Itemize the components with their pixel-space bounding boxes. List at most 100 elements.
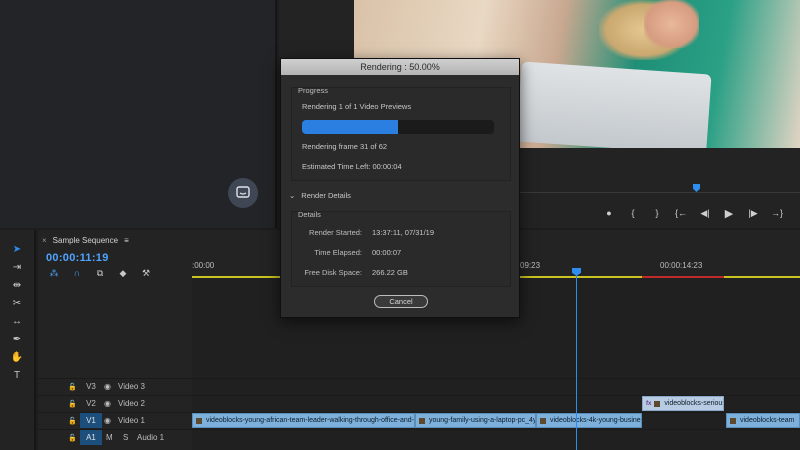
ruler-label: :00:00: [192, 261, 215, 270]
render-details-toggle[interactable]: ⌄ Render Details: [289, 191, 351, 200]
add-marker-icon[interactable]: ◆: [117, 268, 129, 278]
eye-icon[interactable]: ◉: [104, 382, 111, 391]
section-label: Progress: [298, 86, 329, 95]
track-id[interactable]: V1: [80, 413, 102, 428]
lock-icon[interactable]: 🔓: [68, 383, 77, 391]
clip-name: videoblocks-4k-young-busines: [550, 417, 642, 424]
clip-thumbnail-icon: [540, 417, 546, 424]
video-subject-face: [644, 0, 699, 48]
section-label: Details: [298, 210, 321, 219]
track-name: Video 3: [118, 382, 145, 391]
chevron-down-icon: ⌄: [289, 191, 296, 200]
frame-status: Rendering frame 31 of 62: [302, 142, 388, 151]
detail-key: Time Elapsed:: [314, 248, 362, 257]
playhead-timecode[interactable]: 00:00:11:19: [46, 252, 109, 264]
settings-wrench-icon[interactable]: ⚒: [140, 268, 152, 278]
sequence-tab[interactable]: × Sample Sequence ≡: [42, 234, 129, 246]
add-marker-icon[interactable]: ●: [597, 205, 621, 221]
detail-value: 00:00:07: [372, 248, 402, 257]
play-icon[interactable]: ▶: [717, 205, 741, 221]
clip-thumbnail-icon: [654, 400, 661, 407]
video-tablet: [516, 61, 712, 148]
track-id[interactable]: A1: [80, 430, 102, 445]
eye-icon[interactable]: ◉: [104, 416, 111, 425]
ripple-edit-tool-icon[interactable]: ⇹: [9, 278, 25, 292]
track-select-tool-icon[interactable]: ⇥: [9, 260, 25, 274]
chat-icon: [236, 186, 250, 198]
progress-bar: [302, 120, 494, 134]
go-to-out-icon[interactable]: →}: [765, 205, 789, 221]
timeline-clip[interactable]: videoblocks-team: [726, 413, 800, 428]
track-header-a1[interactable]: 🔓 A1 M S Audio 1: [38, 429, 192, 445]
snap-icon[interactable]: ∩: [71, 268, 83, 278]
clip-name: young-family-using-a-laptop-pc_4y8: [429, 417, 536, 424]
ruler-label: 09:23: [520, 261, 541, 270]
tools-panel: ➤ ⇥ ⇹ ✂ ↔ ✒ ✋ T: [0, 230, 36, 450]
clip-thumbnail-icon: [196, 417, 202, 424]
detail-value: 13:37:11, 07/31/19: [372, 228, 434, 237]
step-back-icon[interactable]: ◀|: [693, 205, 717, 221]
pen-tool-icon[interactable]: ✒: [9, 332, 25, 346]
track-id[interactable]: V2: [80, 396, 102, 411]
rendering-dialog: Rendering : 50.00% Progress Rendering 1 …: [280, 58, 520, 318]
timeline-tools: ⁂ ∩ ⧉ ◆ ⚒: [48, 268, 152, 279]
nest-icon[interactable]: ⁂: [48, 268, 60, 278]
timeline-clip[interactable]: fx videoblocks-serious-e: [642, 396, 724, 411]
progress-section: Progress Rendering 1 of 1 Video Previews…: [291, 86, 511, 181]
razor-tool-icon[interactable]: ✂: [9, 296, 25, 310]
transport-controls: ● { } {← ◀| ▶ |▶ →}: [597, 205, 789, 221]
solo-button[interactable]: S: [123, 433, 128, 442]
lock-icon[interactable]: 🔓: [68, 400, 77, 408]
timeline-clip[interactable]: young-family-using-a-laptop-pc_4y8: [415, 413, 536, 428]
sequence-name: Sample Sequence: [52, 235, 119, 245]
clip-name: videoblocks-young-african-team-leader-wa…: [206, 417, 415, 424]
lock-icon[interactable]: 🔓: [68, 434, 77, 442]
chat-button[interactable]: [228, 178, 258, 208]
program-playhead[interactable]: [693, 184, 700, 192]
track-name: Audio 1: [137, 433, 165, 442]
timeline-clip[interactable]: videoblocks-young-african-team-leader-wa…: [192, 413, 415, 428]
time-left: Estimated Time Left: 00:00:04: [302, 162, 402, 171]
mute-button[interactable]: M: [106, 433, 113, 442]
go-to-in-icon[interactable]: {←: [669, 205, 693, 221]
ruler-label: 00:00:14:23: [660, 261, 703, 270]
track-header-v1[interactable]: 🔓 V1 ◉ Video 1: [38, 412, 192, 428]
details-section: Details Render Started: 13:37:11, 07/31/…: [291, 210, 511, 287]
track-divider: [192, 429, 800, 430]
mark-in-icon[interactable]: {: [621, 205, 645, 221]
lock-icon[interactable]: 🔓: [68, 417, 77, 425]
mark-out-icon[interactable]: }: [645, 205, 669, 221]
detail-value: 266.22 GB: [372, 268, 408, 277]
hand-tool-icon[interactable]: ✋: [9, 350, 25, 364]
clip-thumbnail-icon: [419, 417, 425, 424]
timeline-clip[interactable]: videoblocks-4k-young-busines: [536, 413, 642, 428]
type-tool-icon[interactable]: T: [9, 368, 25, 382]
track-id[interactable]: V3: [80, 379, 102, 394]
linked-selection-icon[interactable]: ⧉: [94, 268, 106, 278]
timeline-playhead-line[interactable]: [576, 268, 577, 450]
fx-badge: fx: [646, 400, 652, 407]
close-icon[interactable]: ×: [42, 236, 47, 245]
program-ruler[interactable]: [519, 192, 800, 193]
menu-icon[interactable]: ≡: [124, 236, 129, 245]
selection-tool-icon[interactable]: ➤: [9, 242, 25, 256]
detail-key: Render Started:: [309, 228, 362, 237]
step-forward-icon[interactable]: |▶: [741, 205, 765, 221]
cancel-button[interactable]: Cancel: [374, 295, 428, 308]
track-header-v2[interactable]: 🔓 V2 ◉ Video 2: [38, 395, 192, 411]
detail-key: Free Disk Space:: [304, 268, 362, 277]
track-name: Video 2: [118, 399, 145, 408]
clip-name: videoblocks-team: [740, 417, 795, 424]
render-details-label: Render Details: [301, 191, 351, 200]
dialog-title: Rendering : 50.00%: [281, 59, 519, 75]
slip-tool-icon[interactable]: ↔: [9, 314, 25, 328]
clip-thumbnail-icon: [730, 417, 736, 424]
progress-bar-fill: [302, 120, 398, 134]
track-name: Video 1: [118, 416, 145, 425]
source-monitor-panel: [0, 0, 277, 228]
track-divider: [192, 378, 800, 379]
track-headers: 🔓 V3 ◉ Video 3 🔓 V2 ◉ Video 2 🔓 V1 ◉ Vid…: [38, 378, 192, 450]
eye-icon[interactable]: ◉: [104, 399, 111, 408]
rendering-status: Rendering 1 of 1 Video Previews: [302, 102, 412, 111]
track-header-v3[interactable]: 🔓 V3 ◉ Video 3: [38, 378, 192, 394]
